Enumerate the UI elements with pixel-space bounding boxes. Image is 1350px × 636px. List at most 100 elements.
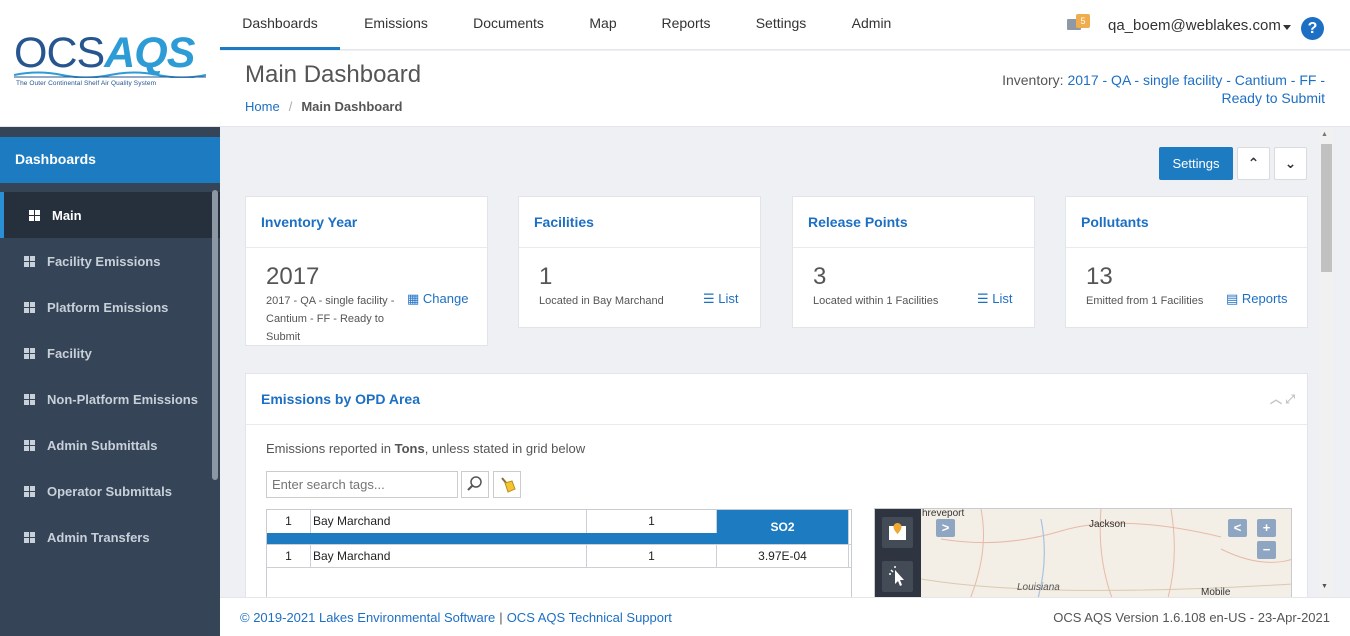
double-chevron-up-icon: ⌃	[1247, 155, 1260, 171]
copyright-link[interactable]: © 2019-2021 Lakes Environmental Software	[240, 610, 495, 625]
count-cell: 1	[587, 510, 717, 533]
inventory-link[interactable]: 2017 - QA - single facility - Cantium - …	[1067, 72, 1325, 106]
search-button[interactable]	[461, 471, 489, 498]
inventory-info: Inventory: 2017 - QA - single facility -…	[965, 71, 1325, 107]
logo-wordmark: OCSAQS	[14, 29, 195, 77]
grid-divider	[267, 567, 851, 568]
fullscreen-icon[interactable]: ⤢	[1285, 392, 1295, 406]
logo-wave-icon	[14, 71, 206, 78]
sidebar-item-label: Admin Submittals	[47, 437, 158, 453]
search-tags-input[interactable]	[266, 471, 458, 498]
card-title: Pollutants	[1066, 197, 1307, 248]
sidebar-item-label: Non-Platform Emissions	[47, 391, 198, 407]
document-icon: ▤	[1226, 291, 1239, 306]
search-icon	[467, 476, 482, 491]
opd-area-cell: Bay Marchand	[311, 545, 587, 568]
dashboard-grid-icon	[24, 301, 35, 313]
chevron-up-icon[interactable]: ︿	[1270, 392, 1282, 406]
panel-controls: ︿ ⤢	[1270, 390, 1295, 407]
tab-reports[interactable]: Reports	[650, 0, 722, 50]
sidebar-item-admin-transfers[interactable]: Admin Transfers	[0, 514, 220, 560]
emissions-map[interactable]: > < + − hreveport Jackson Louisiana Mobi…	[874, 508, 1292, 597]
tab-settings[interactable]: Settings	[746, 0, 816, 50]
map-select-icon[interactable]	[882, 561, 913, 592]
broom-icon	[501, 477, 516, 493]
collapse-all-button[interactable]: ⌃	[1237, 147, 1270, 180]
map-label-city: Mobile	[1201, 587, 1231, 597]
sidebar-item-label: Main	[52, 207, 82, 223]
panel-title: Emissions by OPD Area ︿ ⤢	[246, 374, 1307, 425]
so2-value-cell: 3.97E-04	[717, 545, 849, 568]
dashboard-grid-icon	[24, 485, 35, 497]
selection-bar	[267, 533, 717, 544]
dashboard-grid-icon	[24, 255, 35, 267]
tab-dashboards[interactable]: Dashboards	[220, 0, 340, 50]
map-toolbar	[875, 509, 921, 597]
help-icon[interactable]: ?	[1301, 17, 1324, 40]
tab-documents[interactable]: Documents	[460, 0, 557, 50]
list-icon: ☰	[977, 291, 989, 306]
inventory-year-card: Inventory Year 2017 2017 - QA - single f…	[245, 196, 488, 346]
logo-tagline: The Outer Continental Shelf Air Quality …	[16, 80, 157, 87]
breadcrumb-current: Main Dashboard	[301, 99, 403, 114]
zoom-in-button[interactable]: +	[1257, 519, 1276, 537]
sidebar-item-platform-emissions[interactable]: Platform Emissions	[0, 284, 220, 330]
change-inventory-link[interactable]: ▦ Change	[407, 291, 468, 307]
row-number-cell: 1	[267, 510, 311, 533]
row-number-cell: 1	[267, 545, 311, 568]
breadcrumb: Home / Main Dashboard	[245, 99, 402, 114]
scroll-down-arrow-icon[interactable]: ▼	[1321, 583, 1328, 590]
sidebar-item-main[interactable]: Main	[0, 192, 220, 238]
release-points-list-link[interactable]: ☰ List	[977, 291, 1013, 307]
sidebar-item-facility[interactable]: Facility	[0, 330, 220, 376]
expand-all-button[interactable]: ⌄	[1274, 147, 1307, 180]
breadcrumb-home-link[interactable]: Home	[245, 99, 280, 114]
user-menu[interactable]: qa_boem@weblakes.com	[1108, 17, 1281, 34]
sidebar-item-facility-emissions[interactable]: Facility Emissions	[0, 238, 220, 284]
table-row[interactable]: 1 Bay Marchand 1 3.97E-04	[267, 544, 851, 568]
zoom-out-button[interactable]: −	[1257, 541, 1276, 559]
opd-area-cell: Bay Marchand	[311, 510, 587, 533]
inventory-year-value: 2017	[266, 263, 320, 290]
inventory-label: Inventory:	[1002, 72, 1064, 88]
tab-admin[interactable]: Admin	[844, 0, 899, 50]
so2-column-header[interactable]: SO2	[717, 510, 849, 544]
sidebar-item-operator-submittals[interactable]: Operator Submittals	[0, 468, 220, 514]
map-expand-button[interactable]: >	[936, 519, 955, 537]
main-scrollbar-thumb[interactable]	[1321, 144, 1332, 272]
map-layers-icon[interactable]	[882, 517, 913, 548]
footer-links: © 2019-2021 Lakes Environmental Software…	[240, 610, 672, 625]
version-info: OCS AQS Version 1.6.108 en-US - 23-Apr-2…	[1053, 610, 1330, 625]
clear-search-button[interactable]	[493, 471, 521, 498]
main-content: Settings ⌃ ⌄ Inventory Year 2017 2017 - …	[220, 128, 1350, 597]
card-title: Release Points	[793, 197, 1034, 248]
tab-emissions[interactable]: Emissions	[350, 0, 442, 50]
support-link[interactable]: OCS AQS Technical Support	[507, 610, 672, 625]
map-collapse-button[interactable]: <	[1228, 519, 1247, 537]
dashboard-settings-button[interactable]: Settings	[1159, 147, 1233, 180]
sidebar-section-dashboards[interactable]: Dashboards	[0, 137, 220, 183]
scroll-up-arrow-icon[interactable]: ▲	[1321, 131, 1328, 138]
sidebar-menu: Main Facility Emissions Platform Emissio…	[0, 192, 220, 560]
emissions-unit-note: Emissions reported in Tons, unless state…	[266, 441, 586, 456]
count-cell: 1	[587, 545, 717, 568]
sidebar-scrollbar[interactable]	[212, 190, 218, 480]
map-label-state: Louisiana	[1017, 582, 1060, 593]
dashboard-grid-icon	[24, 393, 35, 405]
dashboard-grid-icon	[24, 347, 35, 359]
double-chevron-down-icon: ⌄	[1284, 155, 1297, 171]
facilities-list-link[interactable]: ☰ List	[703, 291, 739, 307]
card-title: Inventory Year	[246, 197, 487, 248]
table-row[interactable]: 1 Bay Marchand 1 SO2	[267, 510, 851, 544]
caret-down-icon[interactable]	[1283, 25, 1291, 30]
dashboard-grid-icon	[29, 209, 40, 221]
sidebar-item-non-platform-emissions[interactable]: Non-Platform Emissions	[0, 376, 220, 422]
emissions-grid: 1 Bay Marchand 1 SO2 1 Bay Marchand 1 3.…	[266, 509, 852, 597]
sidebar-item-admin-submittals[interactable]: Admin Submittals	[0, 422, 220, 468]
sidebar-item-label: Platform Emissions	[47, 299, 169, 315]
tab-map[interactable]: Map	[578, 0, 628, 50]
logo[interactable]: OCSAQS The Outer Continental Shelf Air Q…	[0, 0, 220, 127]
pollutants-reports-link[interactable]: ▤ Reports	[1226, 291, 1287, 307]
sidebar-item-label: Admin Transfers	[47, 529, 150, 545]
card-title: Facilities	[519, 197, 760, 248]
